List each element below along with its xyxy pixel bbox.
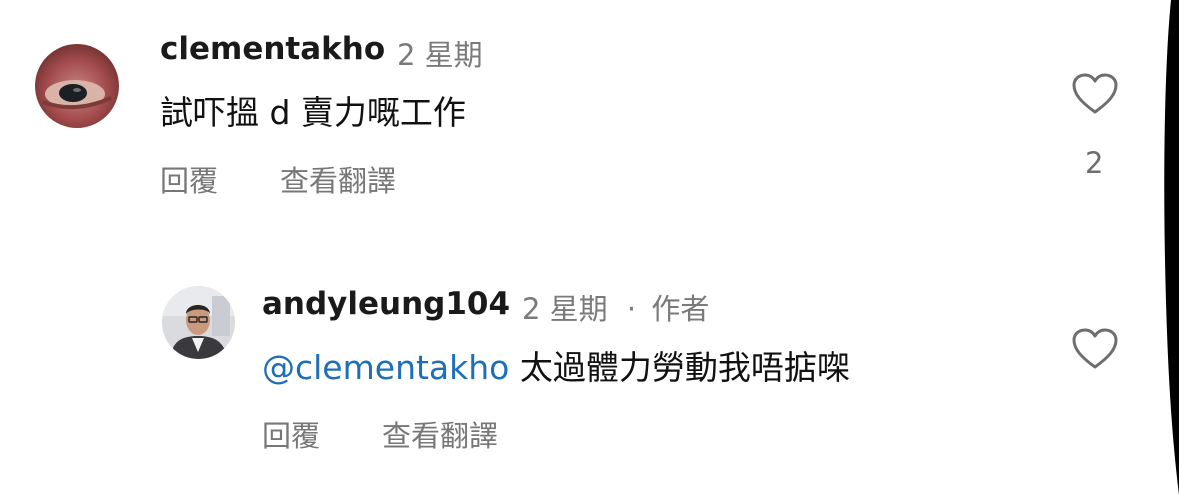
avatar[interactable] [35, 44, 119, 128]
comment-timestamp: 2 星期 [397, 38, 483, 72]
comment-text: 試吓搵 d 賣力嘅工作 [160, 93, 466, 132]
reply-username[interactable]: andyleung104 [262, 286, 510, 322]
like-count: 2 [1085, 146, 1104, 180]
comment-username[interactable]: clementakho [160, 31, 385, 67]
mention-link[interactable]: @clementakho [262, 348, 509, 387]
reply-button[interactable]: 回覆 [262, 413, 320, 455]
reply-time: 2 星期 [522, 292, 608, 326]
reply-body: 太過體力勞動我唔掂㗎 [519, 348, 850, 387]
see-translation-button[interactable]: 查看翻譯 [382, 413, 498, 455]
heart-icon[interactable] [1071, 72, 1119, 116]
avatar[interactable] [162, 286, 235, 359]
heart-icon[interactable] [1071, 327, 1119, 371]
reply-timestamp: 2 星期 · 作者 [522, 286, 709, 328]
reply-button[interactable]: 回覆 [160, 158, 218, 200]
see-translation-button[interactable]: 查看翻譯 [280, 158, 396, 200]
reply-text: @clementakho 太過體力勞動我唔掂㗎 [262, 341, 850, 389]
meta-separator: · [626, 292, 637, 326]
person-photo-avatar-icon [162, 286, 235, 359]
screen-edge [1164, 0, 1179, 495]
eye-closeup-avatar-icon [35, 44, 119, 128]
author-badge: 作者 [651, 292, 710, 326]
